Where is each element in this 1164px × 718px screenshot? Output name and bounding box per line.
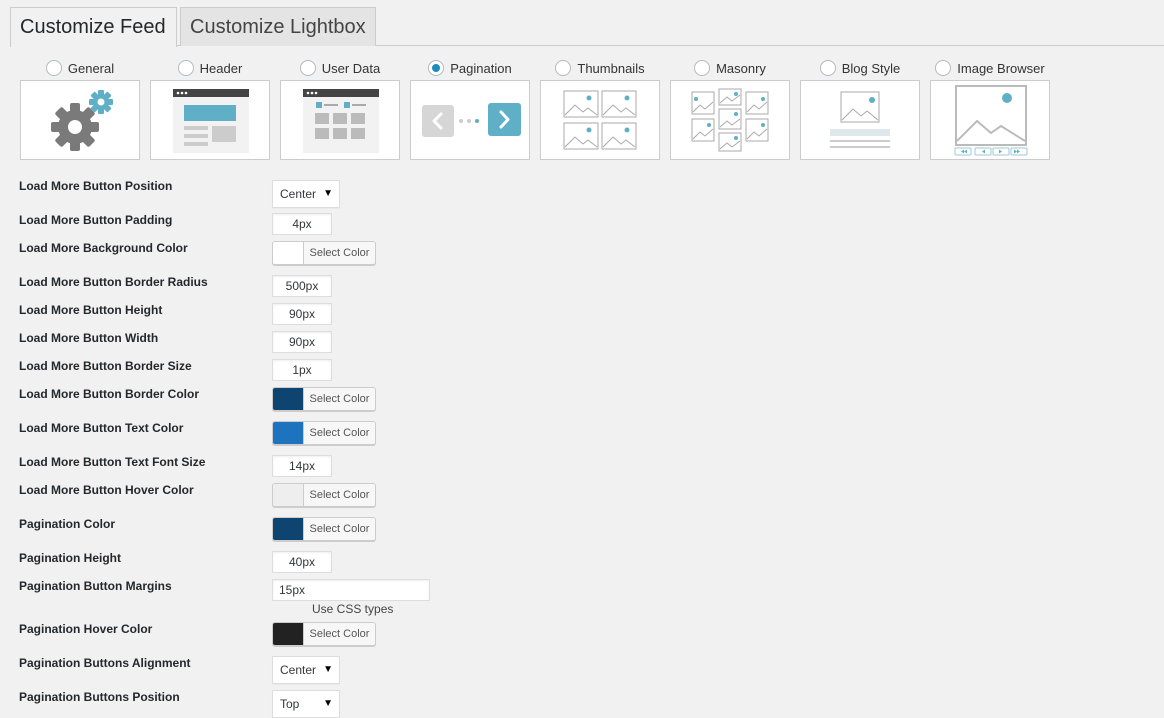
- setting-label: Pagination Button Margins: [19, 579, 172, 593]
- setting-label: Load More Button Border Color: [19, 387, 199, 401]
- load-more-hover-color-picker[interactable]: Select Color: [272, 483, 376, 507]
- setting-label: Pagination Hover Color: [19, 622, 153, 636]
- masonry-layout-icon[interactable]: [670, 80, 790, 160]
- setting-label: Load More Button Height: [19, 303, 163, 317]
- layout-label: Image Browser: [957, 60, 1045, 76]
- blog-style-layout-icon[interactable]: [800, 80, 920, 160]
- layout-label: Blog Style: [841, 60, 901, 76]
- layout-option-thumbnails[interactable]: Thumbnails: [540, 58, 660, 160]
- dropdown-arrow-icon: ▼: [323, 698, 333, 709]
- setting-label: Load More Button Border Size: [19, 359, 192, 373]
- layout-label: User Data: [321, 60, 381, 76]
- pagination-alignment-select[interactable]: Center ▼: [272, 656, 340, 684]
- setting-label: Load More Button Text Font Size: [19, 455, 206, 469]
- layout-option-image-browser[interactable]: Image Browser: [930, 58, 1050, 160]
- layout-label: Header: [199, 60, 243, 76]
- layout-radio-pagination[interactable]: [428, 60, 445, 76]
- pagination-height-input[interactable]: 40px: [272, 551, 332, 573]
- select-value: Center: [280, 663, 317, 677]
- load-more-font-size-input[interactable]: 14px: [272, 455, 332, 477]
- setting-label: Pagination Color: [19, 517, 115, 531]
- pagination-position-select[interactable]: Top ▼: [272, 690, 340, 718]
- layout-option-general[interactable]: General: [20, 58, 140, 160]
- color-swatch: [273, 422, 304, 444]
- layout-option-masonry[interactable]: Masonry: [670, 58, 790, 160]
- load-more-position-select[interactable]: Center ▼: [272, 180, 340, 208]
- layout-label: Masonry: [716, 60, 766, 76]
- load-more-border-size-input[interactable]: 1px: [272, 359, 332, 381]
- load-more-padding-input[interactable]: 4px: [272, 213, 332, 235]
- select-color-label: Select Color: [304, 623, 375, 645]
- gears-icon[interactable]: [20, 80, 140, 160]
- setting-label: Load More Button Hover Color: [19, 483, 194, 497]
- load-more-bg-color-picker[interactable]: Select Color: [272, 241, 376, 265]
- tab-customize-lightbox[interactable]: Customize Lightbox: [180, 7, 376, 46]
- pagination-hover-color-picker[interactable]: Select Color: [272, 622, 376, 646]
- select-value: Center: [280, 187, 317, 201]
- select-value: Top: [280, 697, 300, 711]
- header-layout-icon[interactable]: [150, 80, 270, 160]
- load-more-height-input[interactable]: 90px: [272, 303, 332, 325]
- layout-radio-thumbnails[interactable]: [555, 60, 572, 76]
- setting-label: Load More Button Width: [19, 331, 159, 345]
- settings-tabs: Customize Feed Customize Lightbox: [10, 7, 1164, 47]
- select-color-label: Select Color: [304, 388, 375, 410]
- layout-label: General: [67, 60, 115, 76]
- tab-customize-feed[interactable]: Customize Feed: [10, 7, 177, 47]
- pagination-color-picker[interactable]: Select Color: [272, 517, 376, 541]
- css-types-hint: Use CSS types: [312, 602, 394, 616]
- setting-label: Load More Button Text Color: [19, 421, 184, 435]
- setting-label: Pagination Buttons Position: [19, 690, 180, 704]
- setting-label: Load More Background Color: [19, 241, 188, 255]
- layout-option-blog-style[interactable]: Blog Style: [800, 58, 920, 160]
- select-color-label: Select Color: [304, 518, 375, 540]
- layout-label: Pagination: [450, 60, 512, 76]
- layout-label: Thumbnails: [577, 60, 645, 76]
- load-more-text-color-picker[interactable]: Select Color: [272, 421, 376, 445]
- pagination-layout-icon[interactable]: [410, 80, 530, 160]
- user-data-layout-icon[interactable]: [280, 80, 400, 160]
- load-more-width-input[interactable]: 90px: [272, 331, 332, 353]
- image-browser-layout-icon[interactable]: [930, 80, 1050, 160]
- layout-radio-image-browser[interactable]: [935, 60, 952, 76]
- color-swatch: [273, 242, 304, 264]
- dropdown-arrow-icon: ▼: [323, 188, 333, 199]
- layout-radio-masonry[interactable]: [694, 60, 711, 76]
- thumbnails-layout-icon[interactable]: [540, 80, 660, 160]
- setting-label: Load More Button Border Radius: [19, 275, 208, 289]
- setting-label: Load More Button Position: [19, 179, 173, 193]
- color-swatch: [273, 484, 304, 506]
- color-swatch: [273, 388, 304, 410]
- layout-radio-user-data[interactable]: [299, 60, 316, 76]
- layout-radio-blog-style[interactable]: [819, 60, 836, 76]
- layout-radio-header[interactable]: [177, 60, 194, 76]
- layout-radio-general[interactable]: [45, 60, 62, 76]
- setting-label: Load More Button Padding: [19, 213, 173, 227]
- select-color-label: Select Color: [304, 242, 375, 264]
- select-color-label: Select Color: [304, 484, 375, 506]
- dropdown-arrow-icon: ▼: [323, 664, 333, 675]
- color-swatch: [273, 623, 304, 645]
- setting-label: Pagination Height: [19, 551, 121, 565]
- layout-option-header[interactable]: Header: [150, 58, 270, 160]
- pagination-margins-input[interactable]: 15px: [272, 579, 430, 601]
- layout-option-pagination[interactable]: Pagination: [410, 58, 530, 160]
- load-more-border-radius-input[interactable]: 500px: [272, 275, 332, 297]
- select-color-label: Select Color: [304, 422, 375, 444]
- layout-option-user-data[interactable]: User Data: [280, 58, 400, 160]
- setting-label: Pagination Buttons Alignment: [19, 656, 191, 670]
- load-more-border-color-picker[interactable]: Select Color: [272, 387, 376, 411]
- color-swatch: [273, 518, 304, 540]
